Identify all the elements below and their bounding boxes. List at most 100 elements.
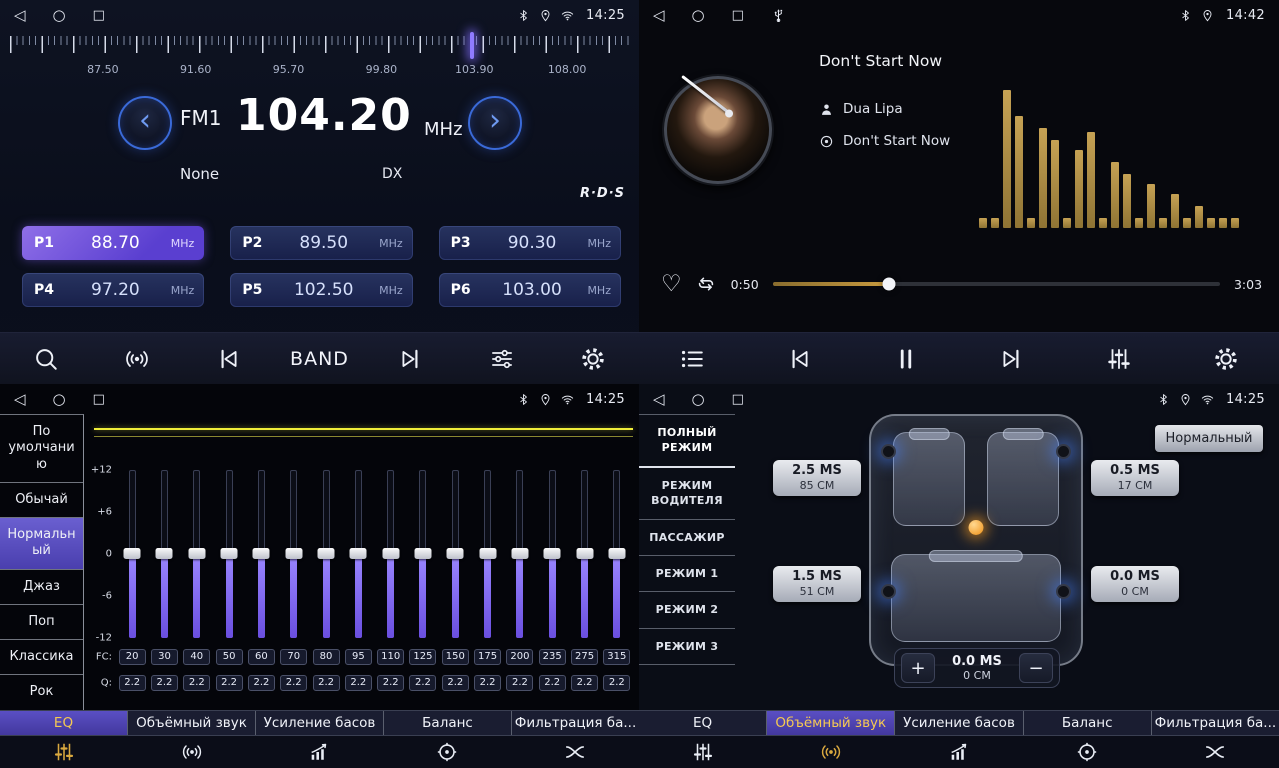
fc-value-chip[interactable]: 30 — [151, 649, 178, 665]
eq-slider-track[interactable] — [549, 470, 556, 638]
favorite-button[interactable]: ♡ — [661, 273, 682, 296]
home-icon[interactable]: ○ — [53, 8, 66, 23]
radio-preset-p3[interactable]: P390.30MHz — [439, 226, 621, 260]
eq-slider-track[interactable] — [290, 470, 297, 638]
eq-slider-handle[interactable] — [382, 548, 399, 559]
settings-button[interactable] — [561, 338, 625, 380]
eq-slider-handle[interactable] — [253, 548, 270, 559]
fc-value-chip[interactable]: 235 — [539, 649, 566, 665]
q-value-chip[interactable]: 2.2 — [248, 675, 275, 691]
front-left-delay-button[interactable]: 2.5 MS 85 CM — [773, 460, 861, 496]
radio-preset-p2[interactable]: P289.50MHz — [230, 226, 412, 260]
home-icon[interactable]: ○ — [692, 392, 705, 407]
delay-decrease-button[interactable]: − — [1019, 653, 1053, 683]
eq-preset-item[interactable]: Рок — [0, 675, 83, 710]
position-mode-item[interactable]: РЕЖИМ ВОДИТЕЛЯ — [639, 468, 735, 520]
recents-icon[interactable]: □ — [732, 393, 744, 406]
eq-tab-button[interactable] — [639, 736, 767, 768]
back-icon[interactable]: ◁ — [14, 8, 26, 23]
eq-slider-handle[interactable] — [350, 548, 367, 559]
tab-filter[interactable]: Фильтрация ба... — [1152, 711, 1279, 735]
search-button[interactable] — [14, 338, 78, 380]
position-mode-item[interactable]: РЕЖИМ 1 — [639, 556, 735, 592]
position-mode-item[interactable]: ПОЛНЫЙ РЕЖИМ — [639, 415, 735, 468]
eq-slider-handle[interactable] — [544, 548, 561, 559]
q-value-chip[interactable]: 2.2 — [280, 675, 307, 691]
listening-position-marker[interactable] — [969, 520, 984, 535]
eq-slider-track[interactable] — [516, 470, 523, 638]
fc-value-chip[interactable]: 70 — [280, 649, 307, 665]
fc-value-chip[interactable]: 150 — [442, 649, 469, 665]
eq-slider-track[interactable] — [226, 470, 233, 638]
back-icon[interactable]: ◁ — [653, 392, 665, 407]
eq-slider-handle[interactable] — [576, 548, 593, 559]
eq-preset-item[interactable]: Нормальный — [0, 518, 83, 570]
fc-value-chip[interactable]: 60 — [248, 649, 275, 665]
rear-right-delay-button[interactable]: 0.0 MS 0 CM — [1091, 566, 1179, 602]
eq-slider-track[interactable] — [323, 470, 330, 638]
position-mode-item[interactable]: ПАССАЖИР — [639, 520, 735, 556]
eq-slider-track[interactable] — [129, 470, 136, 638]
next-station-button[interactable] — [379, 338, 443, 380]
fc-value-chip[interactable]: 95 — [345, 649, 372, 665]
eq-slider-track[interactable] — [581, 470, 588, 638]
radio-preset-p4[interactable]: P497.20MHz — [22, 273, 204, 307]
home-icon[interactable]: ○ — [53, 392, 66, 407]
eq-slider-handle[interactable] — [511, 548, 528, 559]
tab-surround[interactable]: Объёмный звук — [128, 711, 256, 735]
fc-value-chip[interactable]: 125 — [409, 649, 436, 665]
fc-value-chip[interactable]: 110 — [377, 649, 404, 665]
album-art[interactable] — [664, 76, 772, 184]
fc-value-chip[interactable]: 315 — [603, 649, 630, 665]
radio-preset-p1[interactable]: P188.70MHz — [22, 226, 204, 260]
eq-slider-handle[interactable] — [447, 548, 464, 559]
q-value-chip[interactable]: 2.2 — [216, 675, 243, 691]
tune-down-button[interactable]: ‹ — [118, 96, 172, 150]
tab-bass-boost[interactable]: Усиление басов — [895, 711, 1023, 735]
q-value-chip[interactable]: 2.2 — [474, 675, 501, 691]
rear-left-delay-button[interactable]: 1.5 MS 51 CM — [773, 566, 861, 602]
q-value-chip[interactable]: 2.2 — [183, 675, 210, 691]
progress-bar[interactable] — [773, 282, 1220, 286]
recents-icon[interactable]: □ — [93, 393, 105, 406]
profile-button[interactable]: Нормальный — [1155, 425, 1263, 452]
progress-knob[interactable] — [882, 278, 895, 291]
eq-slider-handle[interactable] — [479, 548, 496, 559]
eq-slider-handle[interactable] — [318, 548, 335, 559]
equalizer-button[interactable] — [470, 338, 534, 380]
eq-slider-track[interactable] — [355, 470, 362, 638]
q-value-chip[interactable]: 2.2 — [377, 675, 404, 691]
tab-eq[interactable]: EQ — [0, 711, 128, 735]
tune-up-button[interactable]: › — [468, 96, 522, 150]
band-button[interactable]: BAND — [287, 338, 351, 380]
q-value-chip[interactable]: 2.2 — [539, 675, 566, 691]
tab-surround[interactable]: Объёмный звук — [767, 711, 895, 735]
home-icon[interactable]: ○ — [692, 8, 705, 23]
q-value-chip[interactable]: 2.2 — [603, 675, 630, 691]
tab-eq[interactable]: EQ — [639, 711, 767, 735]
q-value-chip[interactable]: 2.2 — [571, 675, 598, 691]
tab-balance[interactable]: Баланс — [1024, 711, 1152, 735]
balance-tab-button[interactable] — [383, 736, 511, 768]
eq-slider-track[interactable] — [161, 470, 168, 638]
eq-tab-button[interactable] — [0, 736, 128, 768]
settings-button[interactable] — [1194, 338, 1258, 380]
eq-slider-handle[interactable] — [156, 548, 173, 559]
fc-value-chip[interactable]: 175 — [474, 649, 501, 665]
q-value-chip[interactable]: 2.2 — [119, 675, 146, 691]
q-value-chip[interactable]: 2.2 — [506, 675, 533, 691]
eq-slider-track[interactable] — [484, 470, 491, 638]
eq-slider-handle[interactable] — [285, 548, 302, 559]
equalizer-button[interactable] — [1087, 338, 1151, 380]
eq-preset-item[interactable]: Обычай — [0, 483, 83, 518]
eq-slider-handle[interactable] — [414, 548, 431, 559]
scan-button[interactable] — [105, 338, 169, 380]
eq-preset-item[interactable]: Поп — [0, 605, 83, 640]
next-track-button[interactable] — [980, 338, 1044, 380]
position-mode-item[interactable]: РЕЖИМ 2 — [639, 592, 735, 628]
surround-tab-button[interactable] — [128, 736, 256, 768]
eq-slider-track[interactable] — [193, 470, 200, 638]
fc-value-chip[interactable]: 200 — [506, 649, 533, 665]
q-value-chip[interactable]: 2.2 — [409, 675, 436, 691]
recents-icon[interactable]: □ — [93, 9, 105, 22]
